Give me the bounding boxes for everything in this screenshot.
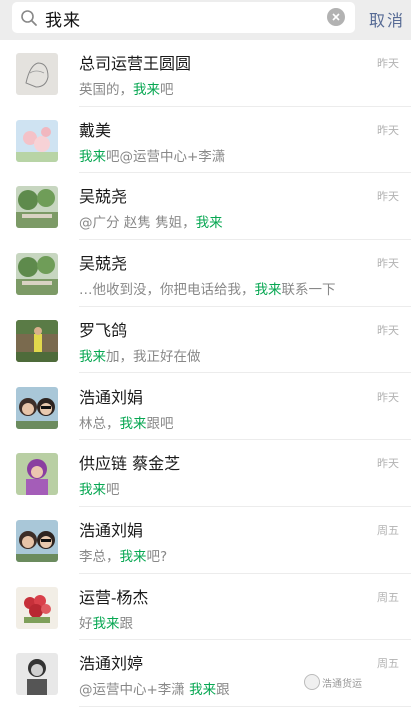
search-input[interactable]: 我来 <box>12 2 355 33</box>
search-query-text: 我来 <box>45 11 81 31</box>
message-time: 周五 <box>377 590 399 604</box>
snippet-highlight: 我来 <box>79 482 106 499</box>
snippet-text: 跟吧 <box>146 415 174 432</box>
snippet-text: 李总， <box>79 548 120 565</box>
snippet-highlight: 我来 <box>79 148 106 165</box>
contact-name: 浩通刘娟 <box>79 387 144 407</box>
roses-avatar <box>16 586 58 629</box>
watermark-logo-icon <box>304 674 320 690</box>
list-item[interactable]: 运营-杨杰 周五好我来跟 <box>0 573 411 641</box>
message-snippet: 好我来跟 <box>79 612 133 632</box>
snippet-text: 林总， <box>79 415 120 432</box>
search-bar: 我来 取消 <box>0 0 411 40</box>
message-snippet: 林总，我来跟吧 <box>79 412 174 432</box>
list-item[interactable]: 罗飞鸽 昨天我来加，我正好在做 <box>0 306 411 374</box>
snippet-highlight: 我来 <box>92 615 120 632</box>
snippet-highlight: 我来 <box>189 682 217 699</box>
snippet-highlight: 我来 <box>119 415 147 432</box>
bw-woman-avatar <box>16 653 58 696</box>
contact-name: 戴美 <box>79 120 112 140</box>
snippet-text: @广分 赵隽 隽姐， <box>79 215 196 232</box>
contact-name: 运营-杨杰 <box>79 587 149 607</box>
message-time: 昨天 <box>377 323 399 337</box>
list-item[interactable]: 浩通刘婷 周五 @运营中心+李潇 我来跟 <box>0 640 411 707</box>
message-time: 昨天 <box>377 123 399 137</box>
snippet-text: 吧 <box>160 82 174 98</box>
flower-avatar <box>16 119 58 162</box>
snippet-highlight: 我来 <box>133 82 160 98</box>
snippet-highlight: 我来 <box>195 215 223 232</box>
message-time: 昨天 <box>377 57 399 70</box>
message-snippet: 我来加，我正好在做 <box>79 345 201 365</box>
list-item[interactable]: 供应链 蔡金芝 昨天我来吧 <box>0 440 411 507</box>
search-results-list: 总司运营王圆圆 昨天 英国的，我来吧 戴美 昨天 我来吧@运营中心+李潇 吴兢尧 昨天 @广分 … <box>0 40 411 707</box>
contact-name: 吴兢尧 <box>79 254 128 274</box>
message-snippet: …他收到没，你把电话给我，我来联系一下 <box>79 278 336 298</box>
snippet-text: 联系一下 <box>281 282 336 299</box>
message-snippet: @广分 赵隽 隽姐，我来 <box>79 211 223 231</box>
garden-avatar <box>16 186 58 229</box>
cancel-button[interactable]: 取消 <box>369 7 405 31</box>
contact-name: 罗飞鸽 <box>79 320 128 340</box>
woman-sunglasses-avatar <box>16 386 58 429</box>
garden-avatar <box>16 253 58 296</box>
clear-icon[interactable] <box>327 8 345 26</box>
snippet-text: 吧? <box>146 548 168 565</box>
message-time: 周五 <box>377 523 399 537</box>
contact-name: 总司运营王圆圆 <box>79 54 192 73</box>
message-time: 周五 <box>377 657 399 671</box>
contact-name: 浩通刘娟 <box>79 520 144 540</box>
contact-name: 浩通刘婷 <box>79 654 144 674</box>
message-time: 昨天 <box>377 190 399 204</box>
snippet-text: @运营中心+李潇 <box>79 682 190 699</box>
snippet-text: 加，我正好在做 <box>106 348 201 365</box>
message-snippet: 我来吧@运营中心+李潇 <box>79 145 225 165</box>
contact-name: 吴兢尧 <box>79 187 128 207</box>
snippet-text: 吧@运营中心+李潇 <box>106 148 226 165</box>
snippet-highlight: 我来 <box>254 282 282 299</box>
snippet-highlight: 我来 <box>119 548 147 565</box>
message-snippet: @运营中心+李潇 我来跟 <box>79 678 230 698</box>
person-outdoor-avatar <box>16 319 58 362</box>
snippet-text: 吧 <box>106 482 120 499</box>
message-snippet: 李总，我来吧? <box>79 545 167 565</box>
search-icon <box>21 10 37 26</box>
snippet-text: 跟 <box>119 615 134 632</box>
snippet-text: 跟 <box>216 682 230 699</box>
list-item[interactable]: 吴兢尧 昨天 @广分 赵隽 隽姐，我来 <box>0 173 411 241</box>
sketch-avatar <box>16 53 58 95</box>
message-time: 昨天 <box>377 390 399 404</box>
message-snippet: 我来吧 <box>79 478 120 498</box>
message-snippet: 英国的，我来吧 <box>79 78 174 98</box>
purple-hair-avatar <box>16 453 58 496</box>
snippet-text: 好 <box>79 615 93 632</box>
list-item[interactable]: 浩通刘娟 昨天林总，我来跟吧 <box>0 373 411 441</box>
snippet-text: …他收到没，你把电话给我， <box>79 282 255 299</box>
woman-sunglasses-avatar <box>16 519 58 562</box>
list-item[interactable]: 总司运营王圆圆 昨天英国的，我来吧 <box>0 40 411 107</box>
contact-name: 供应链 蔡金芝 <box>79 454 181 474</box>
watermark: 浩通货运 <box>322 679 362 690</box>
list-item[interactable]: 浩通刘娟 周五李总，我来吧? <box>0 506 411 574</box>
snippet-highlight: 我来 <box>79 348 106 365</box>
message-time: 昨天 <box>377 257 399 271</box>
message-time: 昨天 <box>377 457 399 471</box>
snippet-text: 英国的， <box>79 82 133 98</box>
list-item[interactable]: 吴兢尧 昨天 …他收到没，你把电话给我，我来联系一下 <box>0 240 411 307</box>
list-item[interactable]: 戴美 昨天我来吧@运营中心+李潇 <box>0 106 411 174</box>
